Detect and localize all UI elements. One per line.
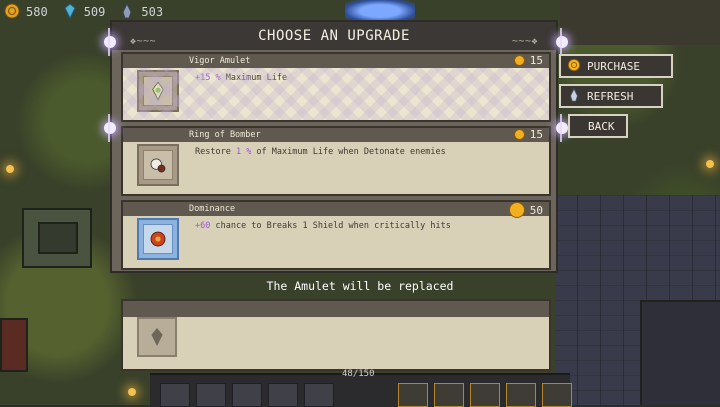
relic-slot[interactable] bbox=[434, 383, 464, 407]
wooden-shelf bbox=[0, 318, 28, 372]
soul-amount: 503 bbox=[141, 5, 164, 19]
back-button[interactable]: BACK bbox=[568, 114, 628, 138]
ring-icon bbox=[143, 150, 173, 180]
offer-card-dominance[interactable]: Dominance 50 +60 chance to Breaks 1 Shie… bbox=[121, 200, 551, 270]
item-slot bbox=[137, 70, 179, 112]
purchase-button[interactable]: PURCHASE bbox=[559, 54, 673, 78]
selection-marker bbox=[104, 114, 116, 142]
gem-icon bbox=[62, 2, 78, 22]
dominance-relic-icon bbox=[143, 224, 173, 254]
gem-amount: 509 bbox=[83, 5, 106, 19]
offer-card-vigor-amulet[interactable]: Vigor Amulet 15 +15 % Maximum Life bbox=[121, 52, 551, 122]
gold-coin-icon bbox=[567, 58, 581, 75]
stone-wall bbox=[640, 300, 720, 405]
card-caption-bar bbox=[123, 54, 549, 68]
skill-slot[interactable] bbox=[196, 383, 226, 407]
refresh-button[interactable]: REFRESH bbox=[559, 84, 663, 108]
desc-text: Maximum Life bbox=[220, 73, 288, 83]
gold-coin-icon bbox=[4, 3, 20, 22]
stone-floor-top bbox=[560, 0, 720, 45]
selection-marker bbox=[104, 28, 116, 56]
resource-bar: 580 509 503 bbox=[4, 2, 164, 22]
current-amulet-icon bbox=[151, 328, 163, 346]
replace-message: The Amulet will be replaced bbox=[266, 279, 454, 293]
hp-readout: 48/150 bbox=[342, 369, 375, 379]
selection-marker bbox=[556, 28, 568, 56]
amulet-icon bbox=[143, 76, 173, 106]
skill-slot[interactable] bbox=[232, 383, 262, 407]
gold-coin-icon bbox=[513, 55, 525, 66]
skill-slot[interactable] bbox=[160, 383, 190, 407]
relic-slot[interactable] bbox=[470, 383, 500, 407]
gem-counter: 509 bbox=[62, 2, 106, 22]
price-value: 50 bbox=[529, 203, 543, 217]
desc-value: +15 % bbox=[195, 73, 221, 83]
offer-card-ring-of-bomber[interactable]: Ring of Bomber 15 Restore 1 % of Maximum… bbox=[121, 126, 551, 196]
gold-coin-icon bbox=[513, 129, 525, 140]
desc-value: +60 bbox=[195, 221, 211, 231]
offer-description: +60 chance to Breaks 1 Shield when criti… bbox=[195, 221, 451, 231]
current-item-card bbox=[121, 299, 551, 371]
dialog-header: ❖~~~ CHOOSE AN UPGRADE ~~~❖ bbox=[112, 22, 556, 50]
offer-name: Dominance bbox=[189, 204, 236, 214]
relic-slot[interactable] bbox=[398, 383, 428, 407]
soul-counter: 503 bbox=[119, 2, 164, 22]
card-caption-bar bbox=[123, 301, 549, 317]
desc-text: of Maximum Life when Detonate enemies bbox=[251, 147, 446, 157]
offer-price: 50 bbox=[508, 202, 543, 218]
card-caption-bar bbox=[123, 128, 549, 142]
offer-name: Vigor Amulet bbox=[189, 56, 251, 66]
gold-counter: 580 bbox=[4, 3, 48, 22]
soul-flame-icon bbox=[567, 87, 581, 105]
offer-name: Ring of Bomber bbox=[189, 130, 261, 140]
skill-slot[interactable] bbox=[304, 383, 334, 407]
offer-description: Restore 1 % of Maximum Life when Detonat… bbox=[195, 147, 446, 157]
portal-glow bbox=[345, 0, 415, 22]
gold-coin-icon bbox=[508, 202, 525, 218]
torch-light bbox=[128, 388, 136, 396]
relic-slot[interactable] bbox=[506, 383, 536, 407]
relic-slot[interactable] bbox=[542, 383, 572, 407]
price-value: 15 bbox=[529, 54, 543, 67]
refresh-label: REFRESH bbox=[587, 89, 634, 103]
item-slot bbox=[137, 218, 179, 260]
price-value: 15 bbox=[529, 128, 543, 141]
item-slot bbox=[137, 144, 179, 186]
skill-slot[interactable] bbox=[268, 383, 298, 407]
current-item-slot bbox=[137, 317, 177, 357]
offer-price: 15 bbox=[513, 54, 543, 67]
desc-text: chance to Breaks 1 Shield when criticall… bbox=[210, 221, 451, 231]
desc-prefix: Restore bbox=[195, 147, 236, 157]
stone-shrine bbox=[22, 208, 92, 268]
back-label: BACK bbox=[588, 119, 615, 133]
torch-light bbox=[6, 165, 14, 173]
offer-price: 15 bbox=[513, 128, 543, 141]
dialog-title: CHOOSE AN UPGRADE bbox=[258, 28, 410, 44]
purchase-label: PURCHASE bbox=[587, 59, 640, 73]
selection-marker bbox=[556, 114, 568, 142]
gold-amount: 580 bbox=[26, 5, 48, 19]
soul-flame-icon bbox=[119, 2, 135, 22]
desc-value: 1 % bbox=[235, 147, 252, 157]
card-caption-bar bbox=[123, 202, 549, 216]
torch-light bbox=[706, 160, 714, 168]
offer-description: +15 % Maximum Life bbox=[195, 73, 287, 83]
